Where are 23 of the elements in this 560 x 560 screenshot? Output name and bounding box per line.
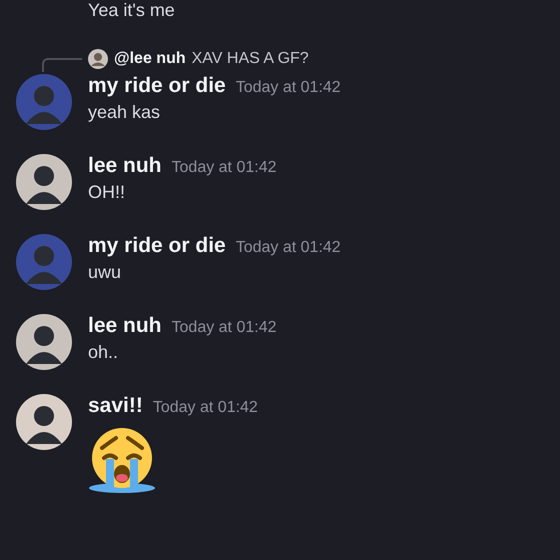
timestamp: Today at 01:42 [236,239,341,257]
reply-author[interactable]: @lee nuh [114,50,186,68]
reply-connector [42,58,82,72]
message-text: yeah kas [88,102,160,123]
message-text: Yea it's me [88,0,175,20]
crying-emoji-icon [88,426,156,494]
author-name[interactable]: lee nuh [88,154,162,178]
author-name[interactable]: my ride or die [88,74,226,98]
author-name[interactable]: savi!! [88,394,143,418]
timestamp: Today at 01:42 [172,319,276,337]
author-name[interactable]: my ride or die [88,234,226,258]
avatar-icon [88,49,108,69]
avatar-icon[interactable] [16,314,72,370]
message-text: uwu [88,262,122,283]
timestamp: Today at 01:42 [152,399,258,417]
avatar-icon[interactable] [16,154,72,210]
avatar-icon[interactable] [16,394,72,450]
reply-text[interactable]: XAV HAS A GF? [192,50,309,68]
timestamp: Today at 01:42 [236,79,341,97]
timestamp: Today at 01:42 [172,159,276,177]
message-text: oh.. [88,342,118,363]
author-name[interactable]: lee nuh [88,314,162,338]
message-text: OH!! [88,182,126,203]
